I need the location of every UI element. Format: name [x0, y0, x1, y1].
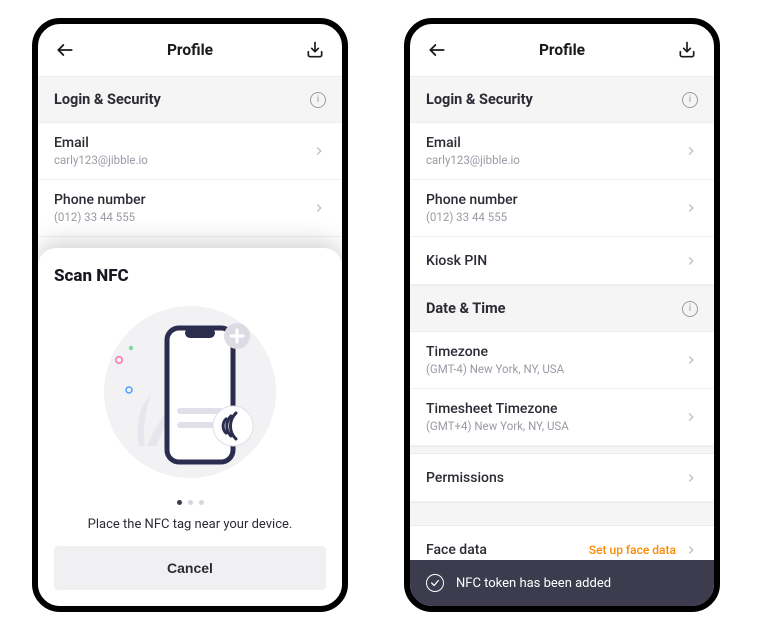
face-data-label: Face data	[426, 542, 487, 558]
phone-value: (012) 33 44 555	[426, 210, 518, 224]
sheet-title: Scan NFC	[54, 266, 129, 286]
section-title: Login & Security	[426, 91, 533, 108]
chevron-right-icon	[684, 201, 698, 215]
timesheet-timezone-label: Timesheet Timezone	[426, 401, 569, 417]
timezone-value: (GMT-4) New York, NY, USA	[426, 362, 564, 376]
sheet-instruction: Place the NFC tag near your device.	[88, 517, 293, 532]
section-login-security: Login & Security i	[410, 76, 714, 123]
setup-face-data-link[interactable]: Set up face data	[589, 543, 676, 557]
download-icon[interactable]	[676, 39, 698, 61]
section-login-security: Login & Security i	[38, 76, 342, 123]
chevron-right-icon	[684, 471, 698, 485]
app-header: Profile	[38, 24, 342, 76]
page-indicator	[177, 500, 204, 505]
info-icon[interactable]: i	[682, 92, 698, 108]
dot-3	[199, 500, 204, 505]
row-permissions[interactable]: Permissions	[410, 454, 714, 502]
dot-2	[188, 500, 193, 505]
chevron-right-icon	[684, 410, 698, 424]
row-kiosk-pin[interactable]: Kiosk PIN	[410, 237, 714, 285]
section-date-time: Date & Time i	[410, 285, 714, 332]
section-divider	[410, 446, 714, 454]
row-email[interactable]: Email carly123@jibble.io	[38, 123, 342, 180]
permissions-label: Permissions	[426, 470, 504, 486]
email-label: Email	[54, 135, 148, 151]
chevron-right-icon	[312, 144, 326, 158]
page-title: Profile	[167, 41, 213, 59]
chevron-right-icon	[684, 144, 698, 158]
kiosk-pin-label: Kiosk PIN	[426, 253, 487, 269]
section-divider	[410, 502, 714, 526]
row-email[interactable]: Email carly123@jibble.io	[410, 123, 714, 180]
row-timesheet-timezone[interactable]: Timesheet Timezone (GMT+4) New York, NY,…	[410, 389, 714, 446]
section-title: Login & Security	[54, 91, 161, 108]
nfc-illustration	[85, 294, 295, 490]
row-phone[interactable]: Phone number (012) 33 44 555	[410, 180, 714, 237]
back-icon[interactable]	[426, 39, 448, 61]
row-phone[interactable]: Phone number (012) 33 44 555	[38, 180, 342, 237]
back-icon[interactable]	[54, 39, 76, 61]
toast-nfc-added: NFC token has been added	[410, 560, 714, 606]
check-circle-icon	[426, 574, 444, 592]
phone-label: Phone number	[54, 192, 146, 208]
app-header: Profile	[410, 24, 714, 76]
chevron-right-icon	[684, 353, 698, 367]
info-icon[interactable]: i	[310, 92, 326, 108]
email-value: carly123@jibble.io	[426, 153, 520, 167]
info-icon[interactable]: i	[682, 301, 698, 317]
chevron-right-icon	[312, 201, 326, 215]
download-icon[interactable]	[304, 39, 326, 61]
phone-label: Phone number	[426, 192, 518, 208]
timezone-label: Timezone	[426, 344, 564, 360]
row-timezone[interactable]: Timezone (GMT-4) New York, NY, USA	[410, 332, 714, 389]
dot-1	[177, 500, 182, 505]
cancel-button[interactable]: Cancel	[54, 546, 326, 590]
nfc-scan-sheet: Scan NFC	[38, 248, 342, 606]
page-title: Profile	[539, 41, 585, 59]
toast-message: NFC token has been added	[456, 576, 611, 591]
email-label: Email	[426, 135, 520, 151]
chevron-right-icon	[684, 254, 698, 268]
phone-value: (012) 33 44 555	[54, 210, 146, 224]
email-value: carly123@jibble.io	[54, 153, 148, 167]
section-title: Date & Time	[426, 300, 506, 317]
phone-scan-nfc: Profile Login & Security i Email carly12…	[32, 18, 348, 612]
chevron-right-icon	[684, 543, 698, 557]
timesheet-timezone-value: (GMT+4) New York, NY, USA	[426, 419, 569, 433]
phone-profile-list: Profile Login & Security i Email carly12…	[404, 18, 720, 612]
